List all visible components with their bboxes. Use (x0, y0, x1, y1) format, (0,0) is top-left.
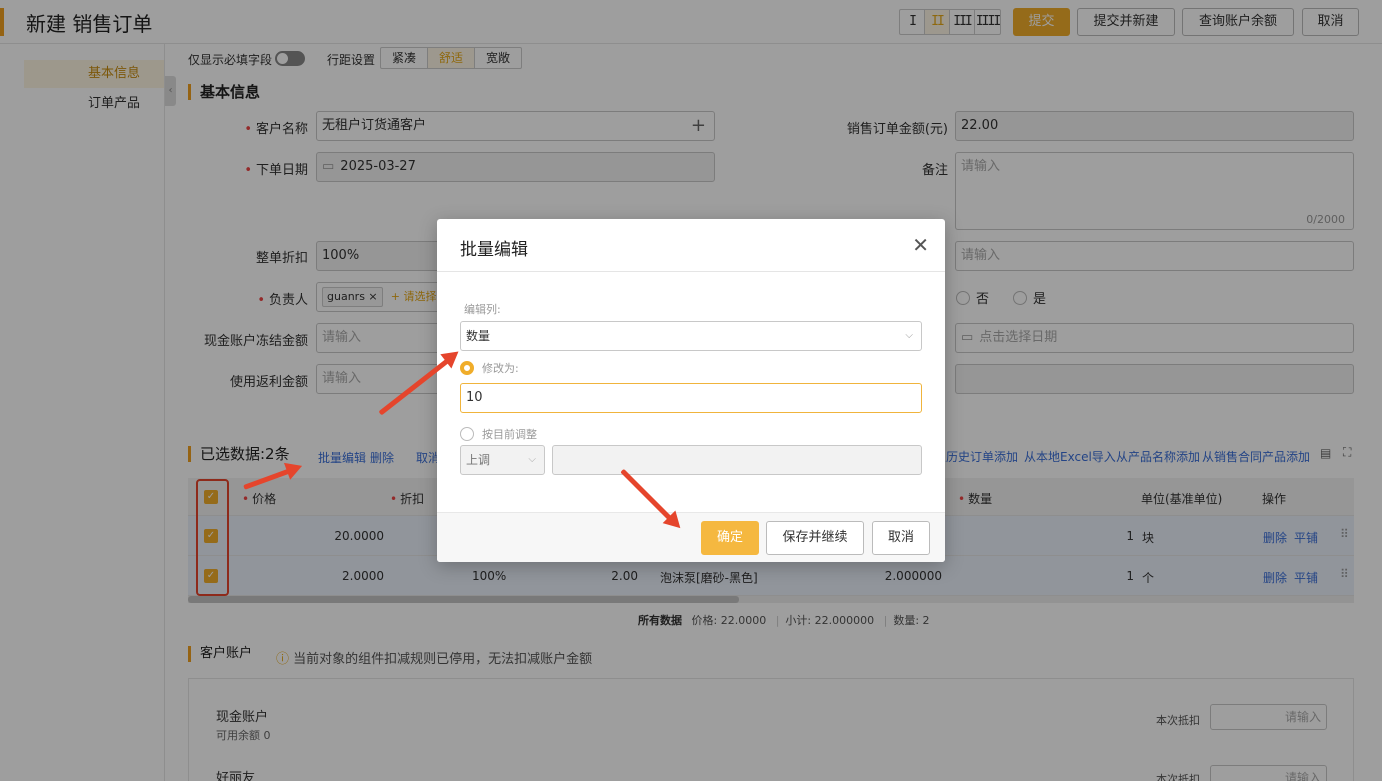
edit-column-select[interactable]: 数量 ⌵ (460, 321, 922, 351)
adjust-amount-input (552, 445, 922, 475)
close-icon[interactable]: ✕ (912, 233, 929, 257)
adjust-direction-value: 上调 (466, 453, 491, 467)
modify-label: 修改为: (482, 362, 519, 375)
dialog-cancel-button[interactable]: 取消 (872, 521, 930, 555)
adjust-label: 按目前调整 (482, 428, 537, 441)
save-continue-button[interactable]: 保存并继续 (766, 521, 864, 555)
modify-radio[interactable] (460, 361, 474, 375)
adjust-radio[interactable] (460, 427, 474, 441)
confirm-button[interactable]: 确定 (701, 521, 759, 555)
adjust-direction-select[interactable]: 上调 ⌵ (460, 445, 545, 475)
dialog-footer: 确定 保存并继续 取消 (437, 512, 945, 562)
edit-column-label: 编辑列: (464, 303, 501, 316)
dialog-title: 批量编辑 (460, 240, 528, 260)
batch-edit-dialog: 批量编辑 ✕ 编辑列: 数量 ⌵ 修改为: 10 按目前调整 上调 ⌵ 确定 保… (437, 219, 945, 562)
chevron-down-icon: ⌵ (528, 454, 536, 465)
edit-column-value: 数量 (466, 329, 491, 343)
chevron-down-icon: ⌵ (905, 330, 913, 341)
modify-value-input[interactable]: 10 (460, 383, 922, 413)
dialog-divider (437, 271, 945, 272)
